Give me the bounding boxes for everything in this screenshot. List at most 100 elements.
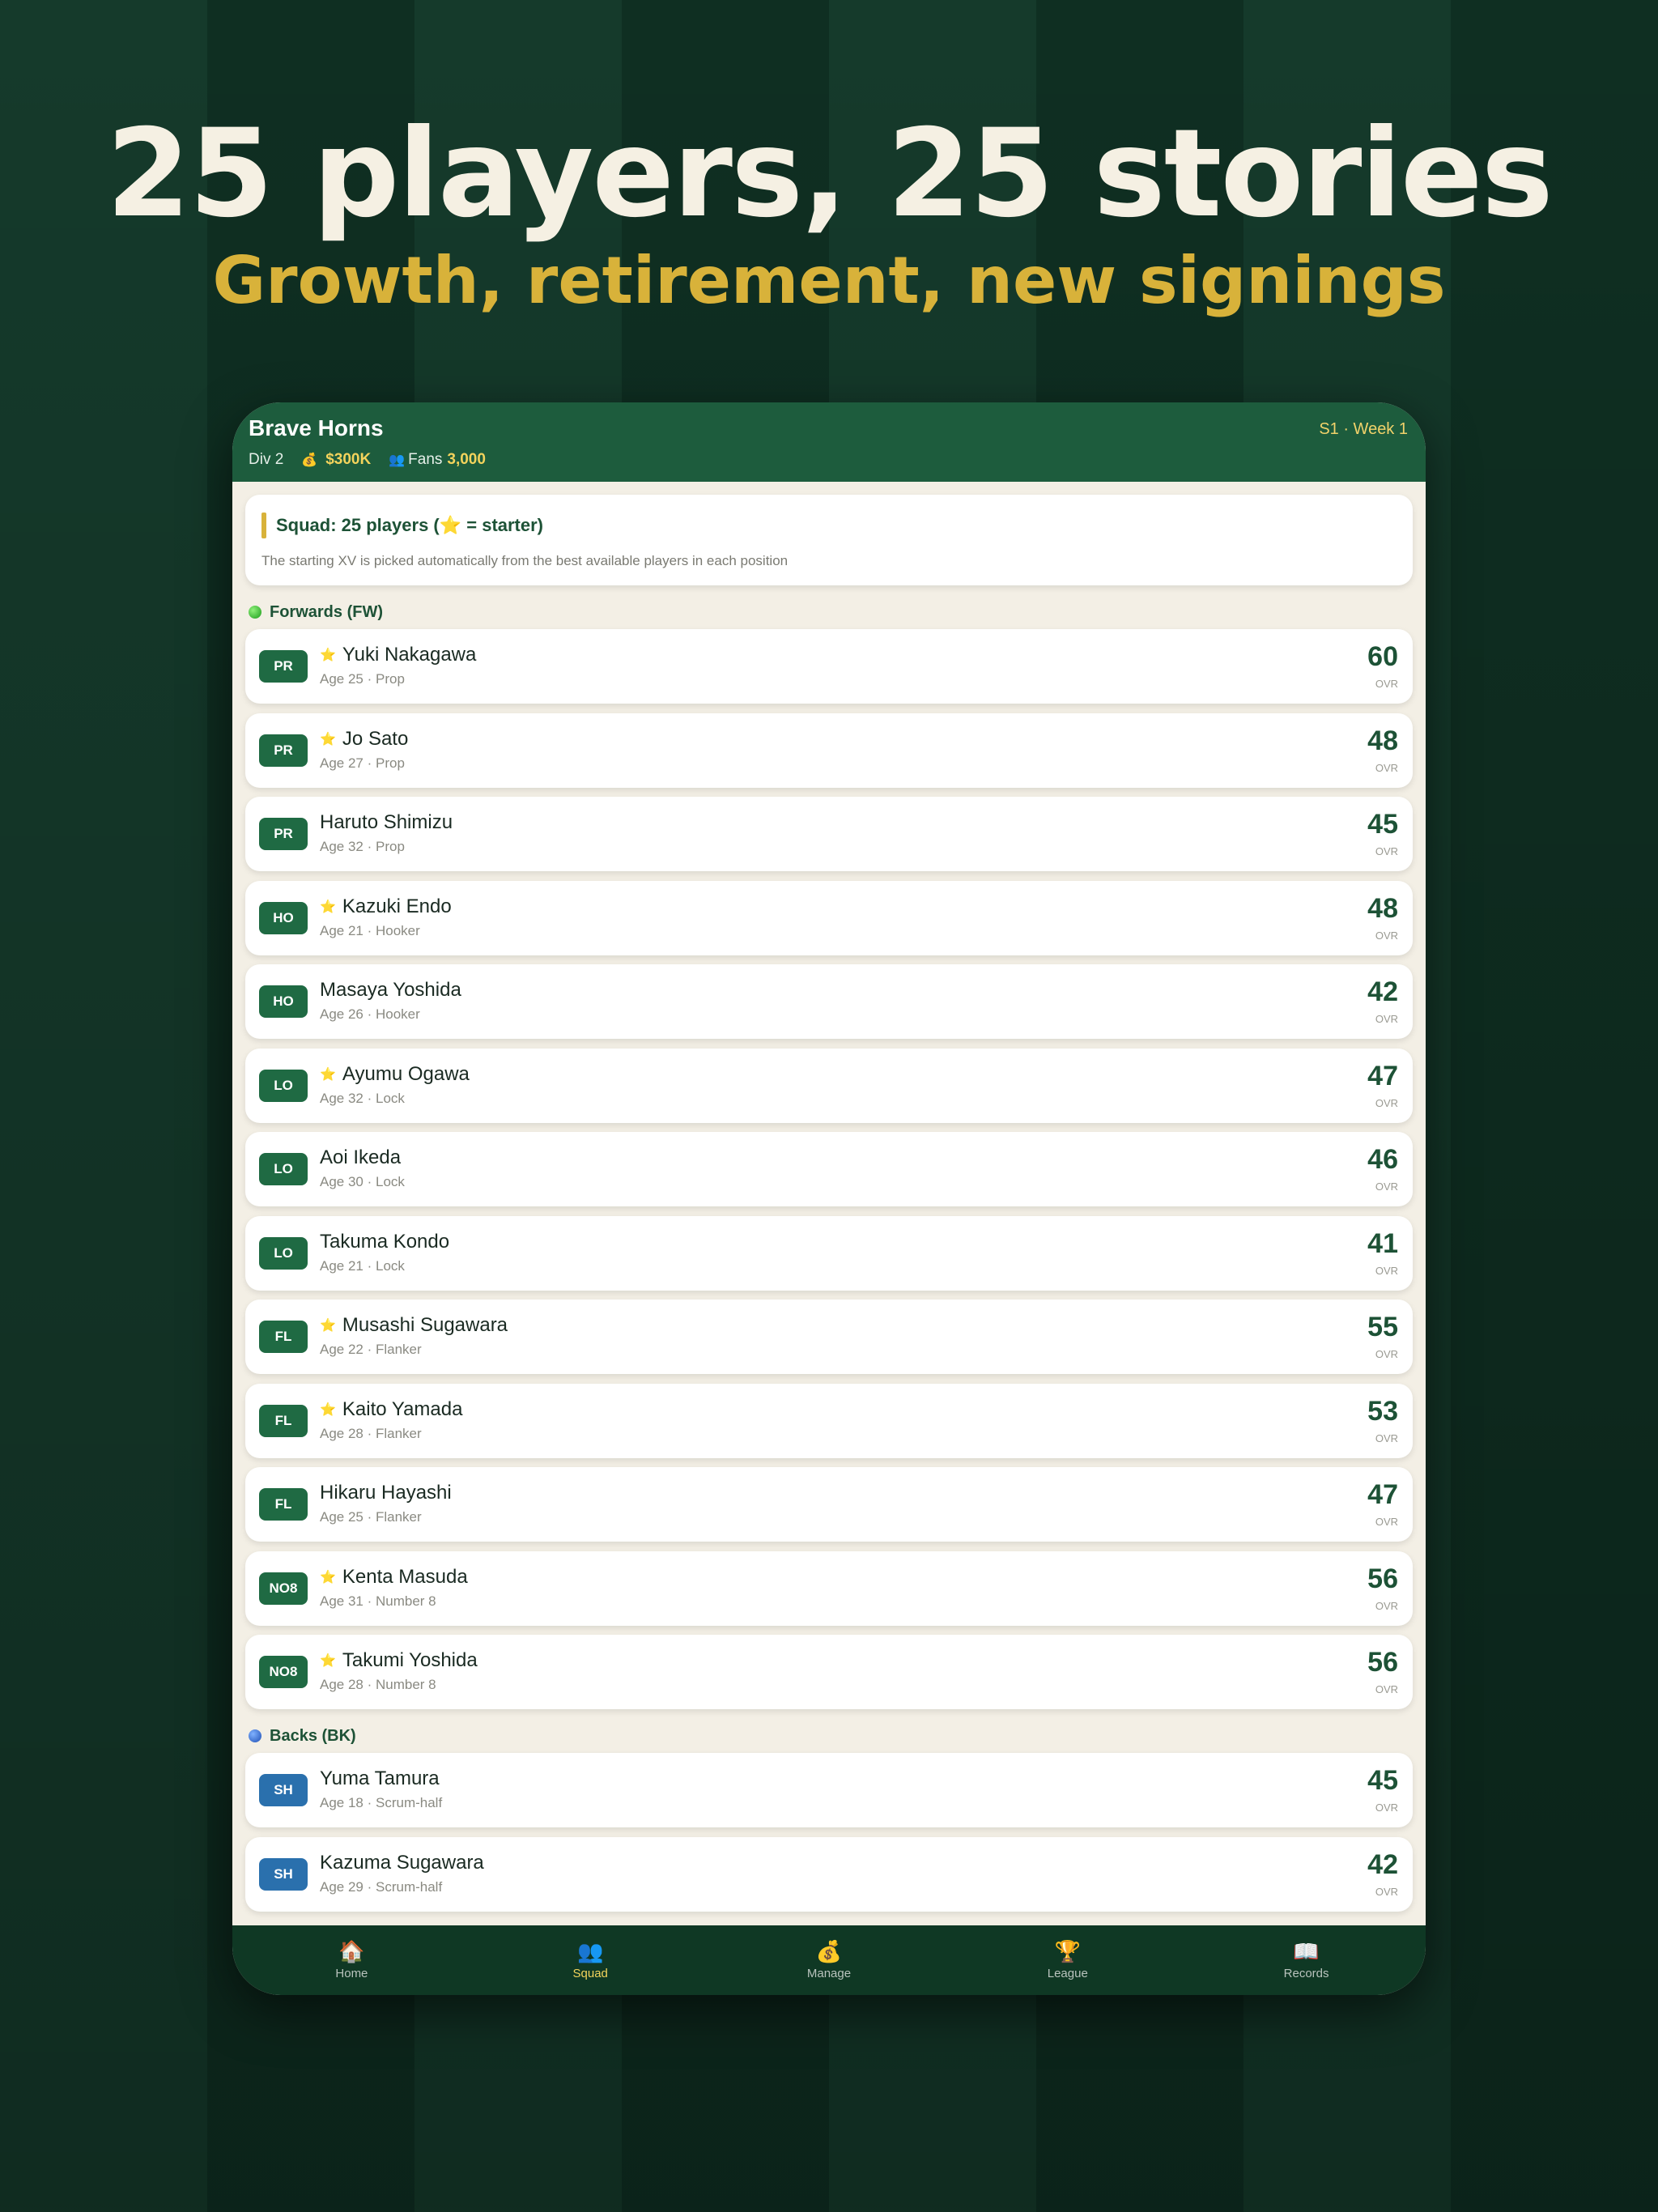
player-row[interactable]: LO Takuma Kondo Age 21 · Lock 41 OVR — [245, 1215, 1413, 1291]
overall-rating: 55 — [1367, 1312, 1398, 1342]
tab-records[interactable]: 📖 Records — [1187, 1925, 1426, 1995]
squad-list[interactable]: Squad: 25 players (⭐ = starter) The star… — [232, 482, 1426, 1925]
position-badge: NO8 — [259, 1572, 308, 1605]
tab-home[interactable]: 🏠 Home — [232, 1925, 471, 1995]
player-name-row: Haruto Shimizu — [320, 811, 453, 834]
player-name-row: Yuma Tamura — [320, 1767, 440, 1790]
player-info: Age 31 · Number 8 — [320, 1593, 436, 1609]
player-name-row: ⭐ Kazuki Endo — [320, 895, 452, 918]
player-name: Haruto Shimizu — [320, 811, 453, 833]
position-badge: LO — [259, 1236, 308, 1270]
position-badge: PR — [259, 650, 308, 683]
position-badge: HO — [259, 985, 308, 1018]
tab-league[interactable]: 🏆 League — [948, 1925, 1187, 1995]
player-info: Age 30 · Lock — [320, 1174, 405, 1189]
player-info: Age 28 · Flanker — [320, 1425, 422, 1441]
money-bag-icon: 💰 — [815, 1938, 843, 1963]
ovr-label: OVR — [1375, 678, 1398, 690]
star-icon: ⭐ — [320, 1319, 336, 1333]
hero-subtitle: Growth, retirement, new signings — [212, 243, 1446, 318]
player-row[interactable]: FL ⭐ Kaito Yamada Age 28 · Flanker 53 OVR — [245, 1383, 1413, 1458]
overall-rating: 45 — [1367, 1765, 1398, 1796]
player-row[interactable]: NO8 ⭐ Kenta Masuda Age 31 · Number 8 56 OVR — [245, 1551, 1413, 1626]
accent-bar — [261, 513, 266, 538]
player-info: Age 32 · Prop — [320, 839, 405, 854]
player-name-row: Kazuma Sugawara — [320, 1852, 484, 1874]
player-name-row: Masaya Yoshida — [320, 979, 461, 1002]
tab-label: Home — [335, 1966, 368, 1980]
player-row[interactable]: FL Hikaru Hayashi Age 25 · Flanker 47 OVR — [245, 1467, 1413, 1542]
overall-rating: 47 — [1367, 1060, 1398, 1091]
position-badge: LO — [259, 1153, 308, 1185]
overall-rating: 56 — [1367, 1563, 1398, 1594]
hero-title: 25 players, 25 stories — [106, 104, 1554, 245]
squad-description: The starting XV is picked automatically … — [261, 553, 789, 568]
player-name-row: Hikaru Hayashi — [320, 1482, 452, 1504]
player-info: Age 32 · Lock — [320, 1090, 405, 1106]
player-name: Yuki Nakagawa — [342, 644, 477, 666]
house-icon: 🏠 — [338, 1938, 365, 1963]
player-row[interactable]: HO ⭐ Kazuki Endo Age 21 · Hooker 48 OVR — [245, 880, 1413, 955]
star-icon: ⭐ — [320, 1570, 336, 1585]
ovr-label: OVR — [1375, 1516, 1398, 1528]
player-name-row: ⭐ Yuki Nakagawa — [320, 644, 476, 666]
ovr-label: OVR — [1375, 1348, 1398, 1360]
player-name-row: Takuma Kondo — [320, 1231, 449, 1253]
star-icon: ⭐ — [320, 900, 336, 914]
player-info: Age 18 · Scrum-half — [320, 1795, 443, 1810]
ovr-label: OVR — [1375, 1013, 1398, 1025]
player-row[interactable]: HO Masaya Yoshida Age 26 · Hooker 42 OVR — [245, 964, 1413, 1039]
ovr-label: OVR — [1375, 1264, 1398, 1277]
player-row[interactable]: LO Aoi Ikeda Age 30 · Lock 46 OVR — [245, 1132, 1413, 1206]
overall-rating: 45 — [1367, 809, 1398, 840]
tab-squad[interactable]: 👥 Squad — [471, 1925, 710, 1995]
tab-manage[interactable]: 💰 Manage — [710, 1925, 949, 1995]
fans-label: Fans — [408, 451, 443, 468]
position-badge: LO — [259, 1069, 308, 1102]
player-name: Yuma Tamura — [320, 1767, 440, 1789]
ovr-label: OVR — [1375, 845, 1398, 857]
star-icon: ⭐ — [320, 1067, 336, 1082]
player-name: Musashi Sugawara — [342, 1314, 508, 1336]
player-info: Age 21 · Lock — [320, 1257, 405, 1274]
overall-rating: 42 — [1367, 1848, 1398, 1880]
star-icon: ⭐ — [320, 732, 336, 747]
overall-rating: 53 — [1367, 1395, 1398, 1427]
player-row[interactable]: NO8 ⭐ Takumi Yoshida Age 28 · Number 8 56 OVR — [245, 1635, 1413, 1709]
player-info: Age 29 · Scrum-half — [320, 1878, 443, 1895]
position-badge: SH — [259, 1857, 308, 1891]
season-week: S1 · Week 1 — [1319, 420, 1408, 438]
division-label: Div 2 — [249, 451, 284, 468]
star-icon: ⭐ — [320, 649, 336, 662]
overall-rating: 42 — [1367, 976, 1398, 1007]
book-icon: 📖 — [1293, 1938, 1320, 1963]
squad-title: Squad: 25 players (⭐ = starter) — [276, 515, 544, 535]
ovr-label: OVR — [1375, 1180, 1398, 1193]
budget-value: $300K — [325, 451, 372, 468]
player-row[interactable]: PR ⭐ Yuki Nakagawa Age 25 · Prop 60 OVR — [245, 629, 1413, 704]
player-name-row: ⭐ Musashi Sugawara — [320, 1314, 508, 1337]
ovr-label: OVR — [1375, 1431, 1398, 1444]
player-name: Jo Sato — [342, 727, 409, 750]
app-header: Brave Horns S1 · Week 1 Div 2 💰 $300K 👥 … — [232, 402, 1426, 482]
club-stats: Div 2 💰 $300K 👥 Fans 3,000 — [249, 451, 486, 469]
overall-rating: 60 — [1367, 641, 1398, 672]
player-row[interactable]: SH Yuma Tamura Age 18 · Scrum-half 45 OVR — [245, 1753, 1413, 1827]
tab-label: League — [1047, 1966, 1088, 1980]
player-row[interactable]: PR ⭐ Jo Sato Age 27 · Prop 48 OVR — [245, 713, 1413, 788]
player-row[interactable]: FL ⭐ Musashi Sugawara Age 22 · Flanker 55 OVR — [245, 1300, 1413, 1374]
player-name: Hikaru Hayashi — [320, 1482, 452, 1504]
player-row[interactable]: SH Kazuma Sugawara Age 29 · Scrum-half 42 OV… — [245, 1836, 1413, 1912]
ovr-label: OVR — [1375, 761, 1398, 774]
player-name: Takuma Kondo — [320, 1230, 450, 1253]
squad-info-card: Squad: 25 players (⭐ = starter) The star… — [245, 495, 1413, 585]
backs-header: Backs (BK) — [249, 1727, 1413, 1745]
player-row[interactable]: PR Haruto Shimizu Age 32 · Prop 45 OVR — [245, 797, 1413, 871]
ovr-label: OVR — [1375, 1599, 1398, 1612]
position-badge: PR — [259, 734, 308, 767]
player-info: Age 26 · Hooker — [320, 1006, 420, 1022]
player-info: Age 25 · Prop — [320, 671, 405, 687]
ovr-label: OVR — [1375, 1802, 1398, 1814]
tab-label: Squad — [572, 1966, 608, 1980]
player-row[interactable]: LO ⭐ Ayumu Ogawa Age 32 · Lock 47 OVR — [245, 1048, 1413, 1123]
